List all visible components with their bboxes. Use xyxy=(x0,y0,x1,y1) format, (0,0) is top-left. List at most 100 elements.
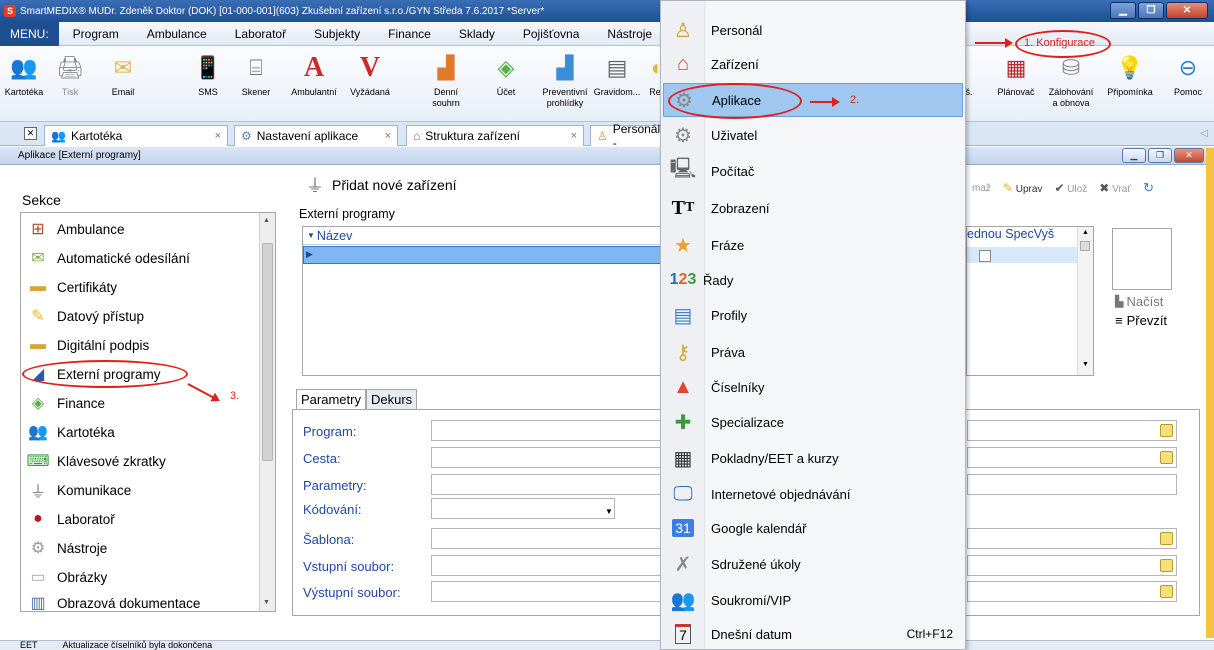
tab-struktura-zarizeni[interactable]: ⌂ Struktura zařízení × xyxy=(406,125,584,146)
sekce-item-klavesove-zkratky[interactable]: ⌨ Klávesové zkratky xyxy=(26,448,165,474)
main-menu-button[interactable]: MENU: xyxy=(0,21,59,46)
sekce-item-ambulance[interactable]: ⊞ Ambulance xyxy=(27,216,124,242)
revert-button[interactable]: ✖ Vrať xyxy=(1099,181,1131,195)
menu-nastroje[interactable]: Nástroje xyxy=(593,22,666,46)
delete-button[interactable]: maž xyxy=(972,183,991,194)
refresh-icon[interactable]: ↻ xyxy=(1143,180,1154,196)
inner-minimize-button[interactable]: ▁ xyxy=(1122,148,1146,163)
sekce-item-komunikace[interactable]: ⏚ Komunikace xyxy=(27,477,131,503)
menu-item-zobrazeni[interactable]: T T Zobrazení xyxy=(663,191,963,225)
menu-item-uzivatel[interactable]: ⚙ Uživatel xyxy=(663,118,963,152)
tab-parametry[interactable]: Parametry xyxy=(296,389,366,409)
scroll-thumb[interactable] xyxy=(1080,241,1090,251)
toolbar-ucet-button[interactable]: ◈ Účet xyxy=(491,52,521,98)
tab-nastaveni-aplikace[interactable]: ⚙ Nastavení aplikace × xyxy=(234,125,398,146)
toolbar-denni-souhrn-button[interactable]: ▟ Denní souhrn xyxy=(428,52,464,109)
sekce-item-automaticke-odesilani[interactable]: ✉ Automatické odesílání xyxy=(27,245,190,271)
template-field[interactable] xyxy=(431,528,669,549)
grid-selected-row[interactable] xyxy=(303,246,701,264)
program-field[interactable] xyxy=(431,420,669,441)
sekce-item-nastroje[interactable]: ⚙ Nástroje xyxy=(27,535,107,561)
parameters-field[interactable] xyxy=(431,474,669,495)
menu-item-sdruzene-ukoly[interactable]: ✗ Sdružené úkoly xyxy=(663,547,963,581)
browse-output-file-icon[interactable] xyxy=(1160,585,1173,598)
chevron-down-icon[interactable]: ▼ xyxy=(605,507,613,516)
browse-input-file-icon[interactable] xyxy=(1160,559,1173,572)
toolbar-kartoteka-button[interactable]: 👥 Kartotéka xyxy=(4,52,44,98)
sekce-item-certifikaty[interactable]: ▬ Certifikáty xyxy=(27,274,117,300)
tab-close-icon[interactable]: × xyxy=(571,130,577,142)
menu-ambulance[interactable]: Ambulance xyxy=(133,22,221,46)
load-button[interactable]: ▙ Načíst xyxy=(1115,294,1163,309)
menu-item-pocitac[interactable]: 🖳 Počítač xyxy=(663,154,963,188)
minimize-button[interactable]: ▁ xyxy=(1110,2,1136,19)
sekce-scrollbar[interactable]: ▲ ▼ xyxy=(259,213,275,611)
scroll-down-icon[interactable]: ▼ xyxy=(1082,361,1089,368)
browse-path-icon[interactable] xyxy=(1160,451,1173,464)
menu-laborator[interactable]: Laboratoř xyxy=(221,22,300,46)
scroll-up-icon[interactable]: ▲ xyxy=(1082,229,1089,236)
menu-item-dnesni-datum[interactable]: 7 Dnešní datum Ctrl+F12 xyxy=(663,617,963,650)
menu-item-soukromi-vip[interactable]: 👥 Soukromí/VIP xyxy=(663,583,963,617)
maximize-button[interactable]: ❐ xyxy=(1138,2,1164,19)
add-device-button[interactable]: ⏚ Přidat nové zařízení xyxy=(306,172,457,198)
sekce-item-obrazova-dokumentace[interactable]: ▥ Obrazová dokumentace xyxy=(27,590,200,611)
parameters-field-end[interactable] xyxy=(967,474,1177,495)
inner-close-button[interactable]: ✕ xyxy=(1174,148,1204,163)
scroll-up-icon[interactable]: ▲ xyxy=(263,217,270,224)
toolbar-sms-button[interactable]: 📱 SMS xyxy=(193,52,223,98)
menu-item-internetove-objednavani[interactable]: 🖵 Internetové objednávání xyxy=(663,477,963,511)
toolbar-planovac-button[interactable]: ▦ Plánovač xyxy=(994,52,1038,98)
scroll-down-icon[interactable]: ▼ xyxy=(263,599,270,606)
edit-button[interactable]: ✎ Uprav xyxy=(1003,181,1043,195)
tab-close-icon[interactable]: × xyxy=(385,130,391,142)
toolbar-tisk-button[interactable]: 🖨 Tisk xyxy=(50,52,90,98)
menu-item-specializace[interactable]: ✚ Specializace xyxy=(663,405,963,439)
output-file-field[interactable] xyxy=(431,581,669,602)
sekce-item-digitalni-podpis[interactable]: ▬ Digitální podpis xyxy=(27,332,149,358)
menu-sklady[interactable]: Sklady xyxy=(445,22,509,46)
menu-item-rady[interactable]: 1 2 3 Řady xyxy=(663,263,963,297)
menu-program[interactable]: Program xyxy=(59,22,133,46)
toolbar-ambulantni-button[interactable]: A Ambulantní xyxy=(284,52,344,98)
menu-item-pokladny[interactable]: ▦ Pokladny/EET a kurzy xyxy=(663,441,963,475)
menu-finance[interactable]: Finance xyxy=(374,22,445,46)
encoding-select[interactable] xyxy=(431,498,615,519)
menu-item-profily[interactable]: ▤ Profily xyxy=(663,298,963,332)
scroll-thumb[interactable] xyxy=(262,243,273,461)
save-button[interactable]: ✔ Ulož xyxy=(1054,181,1087,195)
toolbar-gravidom-button[interactable]: ▤ Gravidom... xyxy=(592,52,642,98)
input-file-field-end[interactable] xyxy=(967,555,1177,576)
toolbar-skener-button[interactable]: ⌸ Skener xyxy=(236,52,276,98)
sekce-item-laborator[interactable]: ● Laboratoř xyxy=(27,506,115,532)
tab-kartoteka[interactable]: 👥 Kartotéka × xyxy=(44,125,228,146)
toolbar-email-button[interactable]: ✉ Email xyxy=(103,52,143,98)
toolbar-pripominka-button[interactable]: 💡 Připomínka xyxy=(1103,52,1157,98)
tab-dekurs[interactable]: Dekurs xyxy=(365,389,418,409)
menu-pojistovna[interactable]: Pojišťovna xyxy=(509,22,594,46)
toolbar-vyzadana-button[interactable]: V Vyžádaná xyxy=(345,52,395,98)
menu-item-personal[interactable]: ♙ Personál xyxy=(663,13,963,47)
menu-item-google-kalendar[interactable]: 31 Google kalendář xyxy=(663,511,963,545)
scroll-tabs-icon[interactable]: ◁ xyxy=(1200,128,1208,139)
menu-item-zarizeni[interactable]: ⌂ Zařízení xyxy=(663,47,963,81)
path-field-end[interactable] xyxy=(967,447,1177,468)
menu-item-fraze[interactable]: ★ Fráze xyxy=(663,228,963,262)
path-field[interactable] xyxy=(431,447,669,468)
sekce-item-finance[interactable]: ◈ Finance xyxy=(27,390,105,416)
inner-restore-button[interactable]: ❐ xyxy=(1148,148,1172,163)
menu-subjekty[interactable]: Subjekty xyxy=(300,22,374,46)
sekce-item-kartoteka[interactable]: 👥 Kartotéka xyxy=(27,419,115,445)
input-file-field[interactable] xyxy=(431,555,669,576)
toolbar-pomoc-button[interactable]: ⊖ Pomoc xyxy=(1168,52,1208,98)
grid-right-scrollbar[interactable]: ▲ ▼ xyxy=(1077,227,1093,375)
grid-header-nazev[interactable]: ▼ Název xyxy=(303,227,701,245)
sekce-item-datovy-pristup[interactable]: ✎ Datový přístup xyxy=(27,303,144,329)
menu-item-ciselniky[interactable]: ▲ Číselníky xyxy=(663,370,963,404)
output-file-field-end[interactable] xyxy=(967,581,1177,602)
program-field-end[interactable] xyxy=(967,420,1177,441)
toolbar-zalohovani-button[interactable]: ⛁ Zálohování a obnova xyxy=(1045,52,1097,109)
toolbar-preventivni-button[interactable]: ▟ Preventivní prohlídky xyxy=(537,52,593,109)
take-over-button[interactable]: ≡ Převzít xyxy=(1115,313,1167,328)
grid-checkbox[interactable] xyxy=(979,250,991,262)
